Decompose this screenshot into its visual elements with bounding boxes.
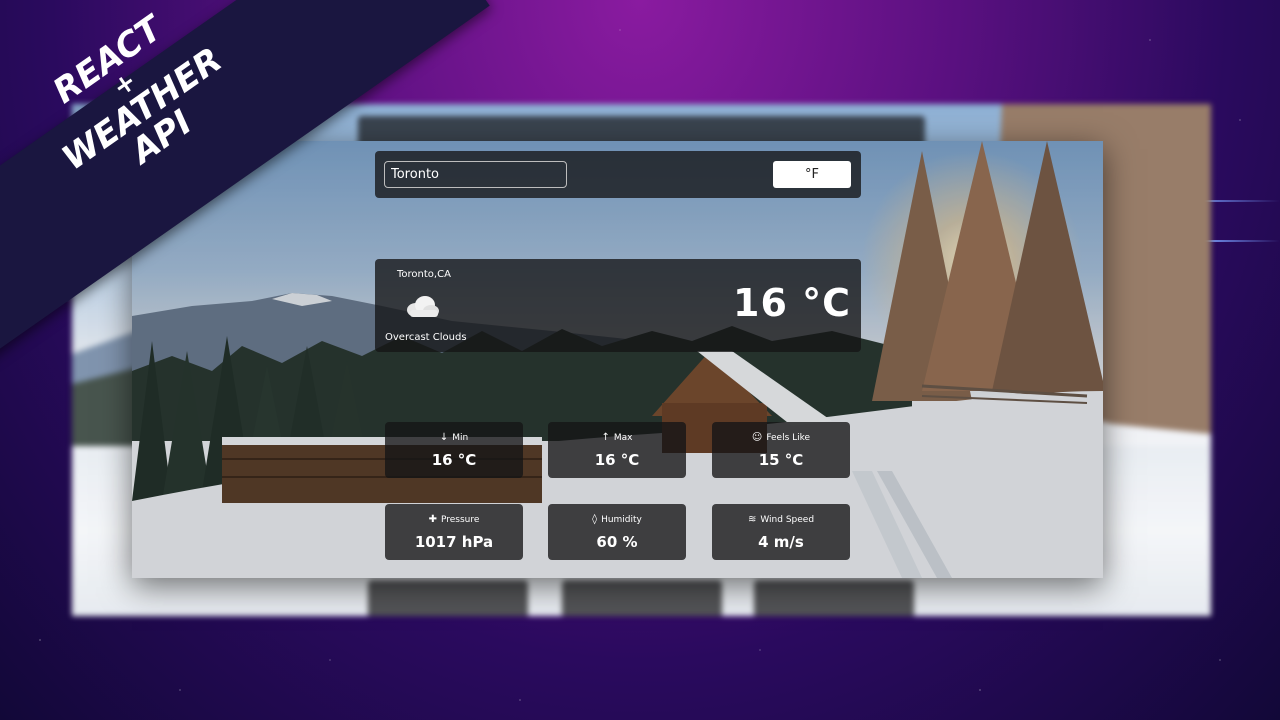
stat-card-min: ↓ Min 16 °C	[385, 422, 523, 478]
face-icon: ☺	[751, 432, 763, 443]
stat-label: Feels Like	[766, 433, 811, 443]
unit-toggle-button[interactable]: °F	[773, 161, 851, 188]
stat-value: 4 m/s	[758, 533, 804, 551]
arrow-down-icon: ↓	[439, 432, 449, 443]
stat-value: 1017 hPa	[414, 533, 494, 551]
wind-icon: ≋	[747, 514, 757, 525]
stat-card-max: ↑ Max 16 °C	[548, 422, 686, 478]
cloud-icon	[407, 296, 439, 317]
current-weather-panel: Toronto,CA Overcast Clouds 16 °C	[375, 259, 861, 352]
stat-label: Humidity	[601, 515, 642, 525]
stat-label: Max	[613, 433, 633, 443]
arrow-up-icon: ↑	[601, 432, 610, 443]
search-bar: °F	[375, 151, 861, 198]
stat-label: Pressure	[440, 515, 480, 525]
stat-value: 60 %	[596, 533, 638, 551]
stat-card-wind-speed: ≋ Wind Speed 4 m/s	[712, 504, 850, 560]
droplet-icon: ◊	[592, 514, 598, 525]
stat-value: 15 °C	[758, 451, 804, 469]
stat-value: 16 °C	[594, 451, 640, 469]
stat-label: Min	[452, 433, 469, 443]
stat-label: Wind Speed	[760, 515, 815, 525]
stat-card-humidity: ◊ Humidity 60 %	[548, 504, 686, 560]
pressure-icon: ✚	[428, 514, 437, 525]
weather-app-window: °F Toronto,CA Overcast Clouds 16 °C ↓Min…	[132, 141, 1103, 578]
stat-value: 16 °C	[431, 451, 477, 469]
weather-description: Overcast Clouds	[385, 332, 467, 343]
location-label: Toronto,CA	[397, 269, 451, 280]
city-search-input[interactable]	[384, 161, 567, 188]
current-temperature: 16 °C	[733, 281, 851, 325]
stat-card-pressure: ✚ Pressure 1017 hPa	[385, 504, 523, 560]
stat-card-feels-like: ☺ Feels Like 15 °C	[712, 422, 850, 478]
